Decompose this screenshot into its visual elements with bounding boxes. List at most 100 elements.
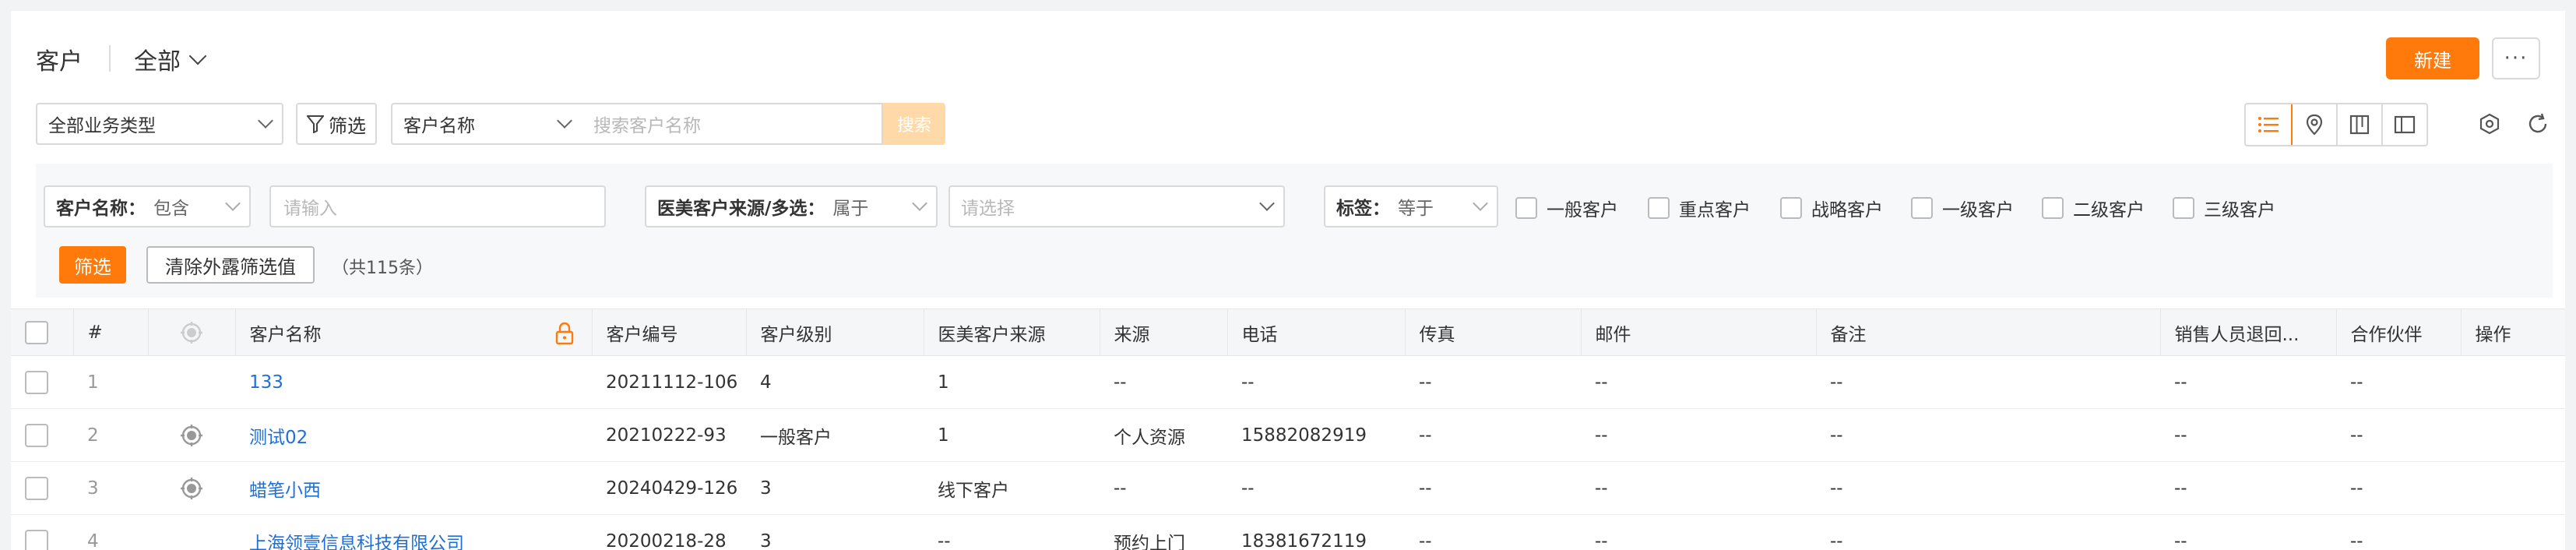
row-actions-cell[interactable]	[2461, 461, 2565, 515]
tag-filter-label: 标签： 等于	[1336, 193, 1434, 220]
apply-filter-button[interactable]: 筛选	[59, 246, 126, 284]
cell-level: 一般客户	[746, 408, 924, 462]
cell-code: 20211112-106	[592, 355, 746, 409]
cell-phone: 15882082919	[1227, 408, 1405, 462]
customer-name-cell: 上海领壹信息科技有限公司	[235, 514, 592, 550]
source-select[interactable]: 请选择	[948, 185, 1285, 227]
watch-cell	[148, 461, 235, 515]
row-select-cell	[11, 461, 73, 515]
checkbox-box[interactable]	[1911, 197, 1933, 219]
column-header: 传真	[1405, 308, 1582, 356]
cell-note: --	[1816, 461, 2160, 515]
source-placeholder: 请选择	[961, 199, 1015, 219]
watch-cell	[148, 355, 235, 409]
source-operator[interactable]: 医美客户来源/多选： 属于	[645, 185, 938, 227]
customer-name-operator[interactable]: 客户名称： 包含	[44, 185, 251, 227]
cell-phone: 18381672119	[1227, 514, 1405, 550]
settings-button[interactable]	[2478, 112, 2501, 139]
more-button[interactable]: ···	[2492, 37, 2540, 79]
watch-eye-icon[interactable]	[178, 422, 205, 449]
tag-checkbox[interactable]: 一般客户	[1515, 195, 1618, 221]
cell-fax: --	[1405, 408, 1581, 462]
cell-phone: --	[1227, 355, 1405, 409]
cell-returned: --	[2160, 355, 2336, 409]
watch-cell	[148, 514, 235, 550]
cell-fax: --	[1405, 461, 1581, 515]
split-view-button[interactable]	[2381, 104, 2426, 145]
column-header-label: 客户名称	[249, 324, 322, 345]
select-all-checkbox[interactable]	[25, 320, 48, 344]
map-view-button[interactable]	[2291, 104, 2336, 145]
table-row[interactable]: 3 蜡笔小西 20240429-126 3 线下客户 -- -- -- -- -- -- --	[11, 461, 2565, 515]
tag-checkbox[interactable]: 一级客户	[1911, 195, 2014, 221]
row-checkbox[interactable]	[25, 423, 48, 447]
watch-column-header	[148, 308, 236, 356]
checkbox-box[interactable]	[1515, 197, 1537, 219]
row-number: 4	[73, 514, 148, 550]
list-view-button[interactable]	[2246, 104, 2293, 145]
search-input[interactable]: 搜索客户名称	[581, 103, 883, 145]
cell-code: 20240429-126	[592, 461, 746, 515]
watch-cell	[148, 408, 235, 462]
tag-checkbox[interactable]: 二级客户	[2042, 195, 2145, 221]
customer-name-input[interactable]: 请输入	[269, 185, 606, 227]
row-checkbox[interactable]	[25, 529, 48, 550]
row-actions-cell[interactable]	[2461, 355, 2565, 409]
row-number: 2	[73, 408, 148, 462]
row-checkbox[interactable]	[25, 370, 48, 394]
cell-email: --	[1581, 355, 1816, 409]
cell-med-source: 1	[924, 408, 1100, 462]
customer-name-link[interactable]: 上海领壹信息科技有限公司	[249, 534, 464, 550]
tag-checkbox[interactable]: 重点客户	[1648, 195, 1751, 221]
tag-checkbox-label: 三级客户	[2204, 200, 2275, 220]
customer-name-cell: 133	[235, 355, 592, 409]
customer-name-filter-label: 客户名称： 包含	[56, 193, 189, 220]
row-number: 1	[73, 355, 148, 409]
table-row[interactable]: 1 133 20211112-106 4 1 -- -- -- -- -- -- --	[11, 355, 2565, 409]
list-icon	[2258, 117, 2279, 132]
tag-checkbox[interactable]: 战略客户	[1780, 195, 1883, 221]
cell-level: 3	[746, 514, 924, 550]
customer-name-link[interactable]: 蜡笔小西	[249, 481, 321, 501]
chevron-down-icon	[912, 196, 927, 211]
checkbox-box[interactable]	[1648, 197, 1670, 219]
checkbox-box[interactable]	[2173, 197, 2194, 219]
row-checkbox[interactable]	[25, 476, 48, 500]
business-type-select[interactable]: 全部业务类型	[36, 103, 283, 145]
new-button[interactable]: 新建	[2386, 37, 2479, 79]
watch-eye-icon[interactable]	[178, 475, 205, 502]
row-actions-cell[interactable]	[2461, 514, 2565, 550]
customer-name-cell: 测试02	[235, 408, 592, 462]
search-field-select[interactable]: 客户名称	[391, 103, 582, 145]
customer-name-link[interactable]: 133	[249, 372, 283, 393]
row-actions-cell[interactable]	[2461, 408, 2565, 462]
column-header-customer-name[interactable]: 客户名称	[235, 308, 593, 356]
table-row[interactable]: 4 上海领壹信息科技有限公司 20200218-28 3 -- 预约上门 183816721…	[11, 514, 2565, 550]
cell-med-source: 1	[924, 355, 1100, 409]
cell-partner: --	[2336, 514, 2461, 550]
checkbox-box[interactable]	[2042, 197, 2064, 219]
search-button[interactable]: 搜索	[883, 103, 945, 145]
location-pin-icon	[2306, 114, 2323, 136]
cell-source: --	[1100, 461, 1227, 515]
clear-filter-button[interactable]: 清除外露筛选值	[146, 246, 315, 284]
table-row[interactable]: 2 测试02 20210222-93 一般客户 1 个人资源 15882082919 -- --…	[11, 408, 2565, 462]
customer-name-link[interactable]: 测试02	[249, 428, 308, 448]
column-header: 客户编号	[592, 308, 747, 356]
tag-operator[interactable]: 标签： 等于	[1324, 185, 1498, 227]
filter-button[interactable]: 筛选	[296, 103, 377, 145]
tag-checkbox[interactable]: 三级客户	[2173, 195, 2275, 221]
cell-level: 3	[746, 461, 924, 515]
row-number: 3	[73, 461, 148, 515]
filter-panel: 客户名称： 包含 请输入 医美客户来源/多选： 属于 请选择 标签： 等于 一般客户 …	[36, 164, 2553, 298]
chevron-down-icon	[258, 113, 273, 129]
kanban-icon	[2349, 115, 2370, 135]
cell-phone: --	[1227, 461, 1405, 515]
checkbox-box[interactable]	[1780, 197, 1802, 219]
lock-icon[interactable]	[554, 322, 575, 345]
column-header: 操作	[2461, 308, 2565, 356]
kanban-view-button[interactable]	[2336, 104, 2381, 145]
cell-returned: --	[2160, 461, 2336, 515]
view-selector[interactable]: 全部	[134, 42, 207, 76]
refresh-button[interactable]	[2526, 112, 2550, 139]
